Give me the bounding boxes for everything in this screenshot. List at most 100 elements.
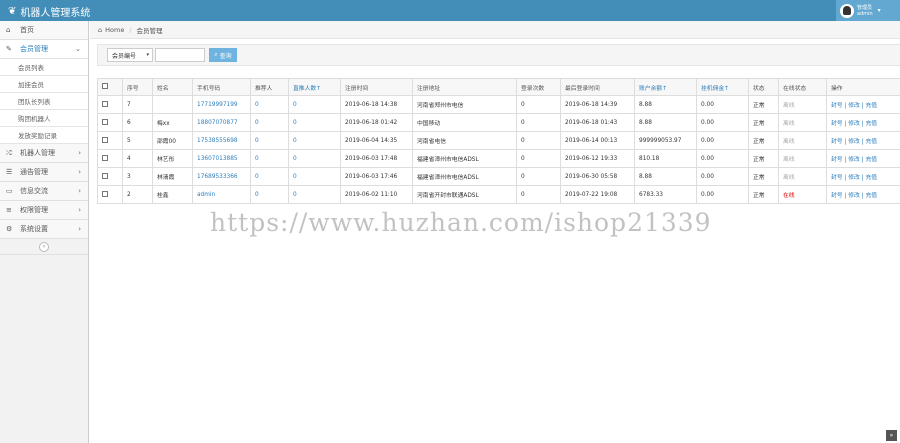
sidebar-item-label: 信息交流 xyxy=(20,187,48,195)
cell-id: 3 xyxy=(122,167,153,186)
cell-balance: 6783.33 xyxy=(634,185,697,204)
cell-name: 桂鑫 xyxy=(152,185,193,204)
sidebar-subitem-3[interactable]: 购团机器人 xyxy=(0,110,88,127)
cell-reg-time: 2019-06-18 14:38 xyxy=(340,95,413,114)
cell-direct[interactable]: 0 xyxy=(288,149,341,168)
column-header[interactable]: 直推人数↑ xyxy=(288,78,341,96)
cell-ops[interactable]: 封号 | 修改 | 充值 xyxy=(826,113,900,132)
scroll-to-top-button[interactable]: » xyxy=(886,430,897,441)
column-header: 登录次数 xyxy=(516,78,561,96)
home-icon: ⌂ xyxy=(98,25,103,34)
cell-last-login: 2019-06-30 05:58 xyxy=(560,167,635,186)
cell-phone[interactable]: admin xyxy=(192,185,251,204)
sidebar-subitem-4[interactable]: 发放奖励记录 xyxy=(0,127,88,144)
cell-ref[interactable]: 0 xyxy=(250,149,289,168)
cell-direct[interactable]: 0 xyxy=(288,167,341,186)
cell-direct[interactable]: 0 xyxy=(288,185,341,204)
cell-ops[interactable]: 封号 | 修改 | 充值 xyxy=(826,131,900,150)
cell-ref[interactable]: 0 xyxy=(250,185,289,204)
cell-id: 2 xyxy=(122,185,153,204)
cell-ops[interactable]: 封号 | 修改 | 充值 xyxy=(826,149,900,168)
cell-ref[interactable]: 0 xyxy=(250,131,289,150)
row-checkbox[interactable] xyxy=(102,172,108,179)
sidebar-item-4[interactable]: ▭ 信息交流 › xyxy=(0,182,88,201)
cog-icon: ⚙ xyxy=(6,225,13,233)
sidebar: ⌂ 首页 ✎ 会员管理 ⌄ 会员列表 加挂会员 团队长列表 购团机器人 发放奖励记录 ⤮ 机器人管理 ›… xyxy=(0,21,89,443)
cell-phone[interactable]: 13607013885 xyxy=(192,149,251,168)
cell-id: 7 xyxy=(122,95,153,114)
cell-online: 在线 xyxy=(778,185,827,204)
double-up-icon: » xyxy=(889,432,894,439)
column-header: 推荐人 xyxy=(250,78,289,96)
cell-status: 正常 xyxy=(748,149,779,168)
cell-id: 5 xyxy=(122,131,153,150)
cell-ref[interactable]: 0 xyxy=(250,95,289,114)
user-menu[interactable]: 管理员 admin ▾ xyxy=(836,0,900,21)
bullhorn-icon: ☰ xyxy=(6,168,13,176)
sidebar-collapse-button[interactable]: « xyxy=(0,239,88,255)
search-button[interactable]: ⌕ 查询 xyxy=(209,48,237,62)
cell-direct[interactable]: 0 xyxy=(288,131,341,150)
column-header[interactable]: 挂机佣金↑ xyxy=(696,78,749,96)
dropdown-arrow-icon: ▾ xyxy=(146,52,149,58)
cell-balance: 810.18 xyxy=(634,149,697,168)
table-row: 7 17719997199 0 0 2019-06-18 14:38 河南省郑州市电信 0 2… xyxy=(97,95,900,114)
table-row: 5 邵霞00 17538555698 0 0 2019-06-04 14:35 河南省电信 0… xyxy=(97,131,900,150)
cell-ref[interactable]: 0 xyxy=(250,113,289,132)
cell-reg-time: 2019-06-03 17:48 xyxy=(340,149,413,168)
app-title: 机器人管理系统 xyxy=(20,8,91,19)
member-table: 序号 姓名 手机号码 推荐人 直推人数↑ 注册时间 注册地址 登录次数 最后登录时间 账户余额↑ 挂… xyxy=(97,78,900,204)
cell-name: 林艺彤 xyxy=(152,149,193,168)
cell-balance: 8.88 xyxy=(634,95,697,114)
row-checkbox[interactable] xyxy=(102,100,108,107)
sidebar-subitem-2[interactable]: 团队长列表 xyxy=(0,93,88,110)
row-checkbox[interactable] xyxy=(102,136,108,143)
row-checkbox[interactable] xyxy=(102,118,108,125)
table-row: 4 林艺彤 13607013885 0 0 2019-06-03 17:48 福建省漳州市电… xyxy=(97,149,900,168)
cell-phone[interactable]: 18807070877 xyxy=(192,113,251,132)
cell-addr: 福建省漳州市电信ADSL xyxy=(412,167,517,186)
cell-phone[interactable]: 17719997199 xyxy=(192,95,251,114)
sidebar-item-0[interactable]: ⌂ 首页 xyxy=(0,21,88,40)
cell-ops[interactable]: 封号 | 修改 | 充值 xyxy=(826,185,900,204)
cell-ref[interactable]: 0 xyxy=(250,167,289,186)
select-all-checkbox[interactable] xyxy=(102,83,108,89)
cell-addr: 福建省漳州市电信ADSL xyxy=(412,149,517,168)
app-logo[interactable]: ❦ 机器人管理系统 xyxy=(8,4,90,19)
chevron-right-icon: › xyxy=(78,225,81,233)
search-input[interactable] xyxy=(155,48,205,62)
list-icon: ≡ xyxy=(6,206,12,214)
field-select[interactable]: 会员编号 ▾ xyxy=(107,48,153,62)
table-row: 3 林清霞 17689533366 0 0 2019-06-03 17:46 福建省漳州市电… xyxy=(97,167,900,186)
sidebar-item-6[interactable]: ⚙ 系统设置 › xyxy=(0,220,88,239)
cell-phone[interactable]: 17538555698 xyxy=(192,131,251,150)
cell-ops[interactable]: 封号 | 修改 | 充值 xyxy=(826,95,900,114)
row-checkbox[interactable] xyxy=(102,154,108,161)
breadcrumb-home[interactable]: Home xyxy=(105,26,124,34)
cell-online: 离线 xyxy=(778,95,827,114)
cell-id: 6 xyxy=(122,113,153,132)
sidebar-subitem-1[interactable]: 加挂会员 xyxy=(0,76,88,93)
cell-direct[interactable]: 0 xyxy=(288,95,341,114)
cell-direct[interactable]: 0 xyxy=(288,113,341,132)
column-header[interactable]: 账户余额↑ xyxy=(634,78,697,96)
cell-status: 正常 xyxy=(748,95,779,114)
column-header: 操作 xyxy=(826,78,900,96)
column-header: 注册时间 xyxy=(340,78,413,96)
cell-ops[interactable]: 封号 | 修改 | 充值 xyxy=(826,167,900,186)
cell-commission: 0.00 xyxy=(696,185,749,204)
table-row: 2 桂鑫 admin 0 0 2019-06-02 11:10 河南省开封市联通ADSL 0 2… xyxy=(97,185,900,204)
sidebar-item-3[interactable]: ☰ 通告管理 › xyxy=(0,163,88,182)
cell-balance: 8.88 xyxy=(634,113,697,132)
cell-reg-time: 2019-06-02 11:10 xyxy=(340,185,413,204)
row-checkbox[interactable] xyxy=(102,190,108,197)
sidebar-item-2[interactable]: ⤮ 机器人管理 › xyxy=(0,144,88,163)
cell-phone[interactable]: 17689533366 xyxy=(192,167,251,186)
filter-bar: 会员编号 ▾ ⌕ 查询 xyxy=(97,44,900,66)
sidebar-item-label: 通告管理 xyxy=(20,168,48,176)
sidebar-item-1[interactable]: ✎ 会员管理 ⌄ xyxy=(0,40,88,59)
column-header: 在线状态 xyxy=(778,78,827,96)
chevron-right-icon: › xyxy=(78,206,81,214)
sidebar-item-5[interactable]: ≡ 权限管理 › xyxy=(0,201,88,220)
sidebar-subitem-0[interactable]: 会员列表 xyxy=(0,59,88,76)
